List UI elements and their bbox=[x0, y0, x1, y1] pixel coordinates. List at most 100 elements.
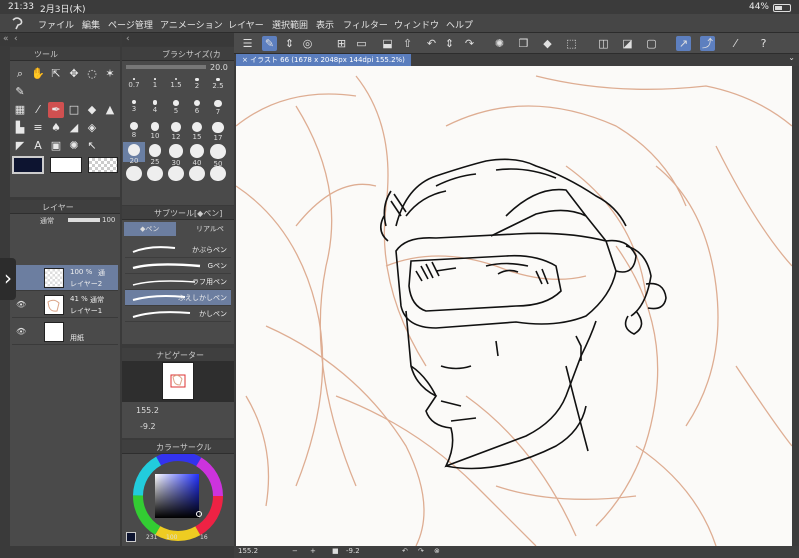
open-icon[interactable]: ▭ bbox=[354, 36, 369, 51]
frame-icon[interactable]: ✺ bbox=[66, 138, 82, 154]
pencil-icon[interactable]: ⁄ bbox=[30, 102, 46, 118]
correct-icon[interactable]: ↖ bbox=[84, 138, 100, 154]
gradient-icon[interactable]: ▣ bbox=[48, 138, 64, 154]
menu-icon[interactable]: ☰ bbox=[240, 36, 255, 51]
layer-opacity-slider[interactable] bbox=[68, 218, 100, 222]
brush-size-option[interactable] bbox=[186, 164, 208, 184]
brush-size-option[interactable]: 12 bbox=[165, 120, 187, 141]
brush-size-option[interactable] bbox=[123, 164, 145, 184]
transparent-color-swatch[interactable] bbox=[88, 157, 118, 173]
brush-size-option[interactable]: 7 bbox=[207, 98, 229, 118]
fill-selection-icon[interactable]: ◆ bbox=[540, 36, 555, 51]
canvas-vertical-scrollbar[interactable] bbox=[792, 66, 799, 546]
drawing-canvas[interactable] bbox=[236, 66, 792, 546]
zoom-in-icon[interactable]: + bbox=[310, 547, 316, 555]
brush-item[interactable]: かぶらペン bbox=[125, 242, 231, 258]
main-color-swatch[interactable] bbox=[12, 156, 44, 174]
document-tab[interactable]: × イラスト 66 (1678 x 2048px 144dpi 155.2%) bbox=[236, 54, 411, 66]
brush-size-option[interactable]: 4 bbox=[144, 98, 166, 118]
menu-view[interactable]: 表示 bbox=[316, 18, 334, 31]
move-icon[interactable]: ✥ bbox=[66, 66, 82, 82]
rotate-right-icon[interactable]: ↷ bbox=[418, 547, 424, 555]
brush-size-option[interactable]: 0.7 bbox=[123, 76, 145, 96]
brush-size-option[interactable]: 1 bbox=[144, 76, 166, 96]
navigator-thumbnail[interactable] bbox=[162, 362, 194, 400]
brush-size-option[interactable]: 5 bbox=[165, 98, 187, 118]
mini-main-swatch[interactable] bbox=[126, 532, 136, 542]
menu-help[interactable]: ヘルプ bbox=[446, 18, 473, 31]
object-select-icon[interactable]: ⇱ bbox=[48, 66, 64, 82]
brush-size-option[interactable]: 1.5 bbox=[165, 76, 187, 96]
brush-size-option[interactable]: 30 bbox=[165, 142, 187, 167]
rotate-left-icon[interactable]: ↶ bbox=[402, 547, 408, 555]
subtool-tab-pen[interactable]: ◆ペン bbox=[124, 222, 176, 236]
copy-icon[interactable]: ❐ bbox=[516, 36, 531, 51]
brush-size-option[interactable]: 20 bbox=[123, 142, 145, 165]
blend-mode-select[interactable]: 通常 bbox=[40, 216, 54, 226]
pen-pressure-icon[interactable]: ✎ bbox=[262, 36, 277, 51]
pen-icon[interactable]: ✒ bbox=[48, 102, 64, 118]
brush-item[interactable]: ラフ用ペン bbox=[125, 274, 231, 290]
redo-icon[interactable]: ↷ bbox=[462, 36, 477, 51]
rect-icon[interactable]: □ bbox=[66, 102, 82, 118]
menu-edit[interactable]: 編集 bbox=[82, 18, 100, 31]
brush-size-option[interactable]: 40 bbox=[186, 142, 208, 167]
brush-item[interactable]: かしペン bbox=[125, 306, 231, 322]
menu-filter[interactable]: フィルター bbox=[343, 18, 388, 31]
export-icon[interactable]: ⇧ bbox=[400, 36, 415, 51]
deselect-icon[interactable]: ✺ bbox=[492, 36, 507, 51]
brush-size-option[interactable] bbox=[144, 164, 166, 184]
brush-size-option[interactable]: 2.5 bbox=[207, 76, 229, 96]
sort-icon[interactable]: ⇕ bbox=[282, 36, 297, 51]
brush-size-option[interactable]: 25 bbox=[144, 142, 166, 166]
brush-size-option[interactable] bbox=[207, 164, 229, 184]
redo-history-icon[interactable]: ⇕ bbox=[442, 36, 457, 51]
brush-size-option[interactable] bbox=[165, 164, 187, 184]
eye-icon[interactable]: 👁 bbox=[16, 300, 26, 309]
layer-row[interactable]: 👁 用紙 bbox=[12, 319, 118, 345]
app-logo-icon[interactable] bbox=[10, 16, 24, 30]
menu-layer[interactable]: レイヤー bbox=[228, 18, 264, 31]
menu-page[interactable]: ページ管理 bbox=[108, 18, 153, 31]
pattern-icon[interactable]: ▦ bbox=[12, 102, 28, 118]
angle-readout[interactable]: -9.2 bbox=[346, 547, 360, 555]
brush-size-option[interactable]: 17 bbox=[207, 120, 229, 142]
text-icon[interactable]: A bbox=[30, 138, 46, 154]
eyedropper-icon[interactable]: ✎ bbox=[12, 84, 28, 100]
left-dock-collapse-bar[interactable]: «‹ bbox=[0, 34, 120, 46]
brush-size-option[interactable]: 3 bbox=[123, 98, 145, 118]
crop-icon[interactable]: ▢ bbox=[644, 36, 659, 51]
eye-icon[interactable]: 👁 bbox=[16, 327, 26, 336]
bucket-icon[interactable]: ◈ bbox=[84, 120, 100, 136]
save-icon[interactable]: ⬓ bbox=[380, 36, 395, 51]
eraser-icon[interactable]: ◢ bbox=[66, 120, 82, 136]
menu-selection[interactable]: 選択範囲 bbox=[272, 18, 308, 31]
zoom-out-icon[interactable]: − bbox=[292, 547, 298, 555]
ruler-icon[interactable]: ◤ bbox=[12, 138, 28, 154]
clear-icon[interactable]: ◫ bbox=[596, 36, 611, 51]
clear-out-icon[interactable]: ◪ bbox=[620, 36, 635, 51]
fit-icon[interactable]: ■ bbox=[332, 547, 339, 555]
stamp-icon[interactable]: ▙ bbox=[12, 120, 28, 136]
menu-file[interactable]: ファイル bbox=[38, 18, 74, 31]
transform-icon[interactable]: ⬚ bbox=[564, 36, 579, 51]
zoom-readout[interactable]: 155.2 bbox=[238, 547, 258, 555]
stabilize-icon[interactable]: ↗ bbox=[676, 36, 691, 51]
brush-size-option[interactable]: 8 bbox=[123, 120, 145, 140]
help-icon[interactable]: ? bbox=[756, 36, 771, 51]
target-icon[interactable]: ◎ bbox=[300, 36, 315, 51]
brush-size-slider[interactable] bbox=[126, 65, 206, 69]
curve-icon[interactable]: ⤴ bbox=[700, 36, 715, 51]
sub-color-swatch[interactable] bbox=[50, 157, 82, 173]
brush-size-option[interactable]: 15 bbox=[186, 120, 208, 141]
layer-row[interactable]: 100 % 通 レイヤー2 bbox=[12, 265, 118, 291]
subtool-tab-realpen[interactable]: リアルペ bbox=[180, 222, 232, 236]
pen-tilt-icon[interactable]: ⁄ bbox=[728, 36, 743, 51]
brush-size-option[interactable]: 6 bbox=[186, 98, 208, 118]
lasso-icon[interactable]: ◌ bbox=[84, 66, 100, 82]
brush-item[interactable]: ふえしかしペン bbox=[125, 290, 231, 306]
brush-item[interactable]: Gペン bbox=[125, 258, 231, 274]
menu-animation[interactable]: アニメーション bbox=[160, 18, 223, 31]
lines-icon[interactable]: ≡ bbox=[30, 120, 46, 136]
brush-size-option[interactable]: 50 bbox=[207, 142, 229, 168]
